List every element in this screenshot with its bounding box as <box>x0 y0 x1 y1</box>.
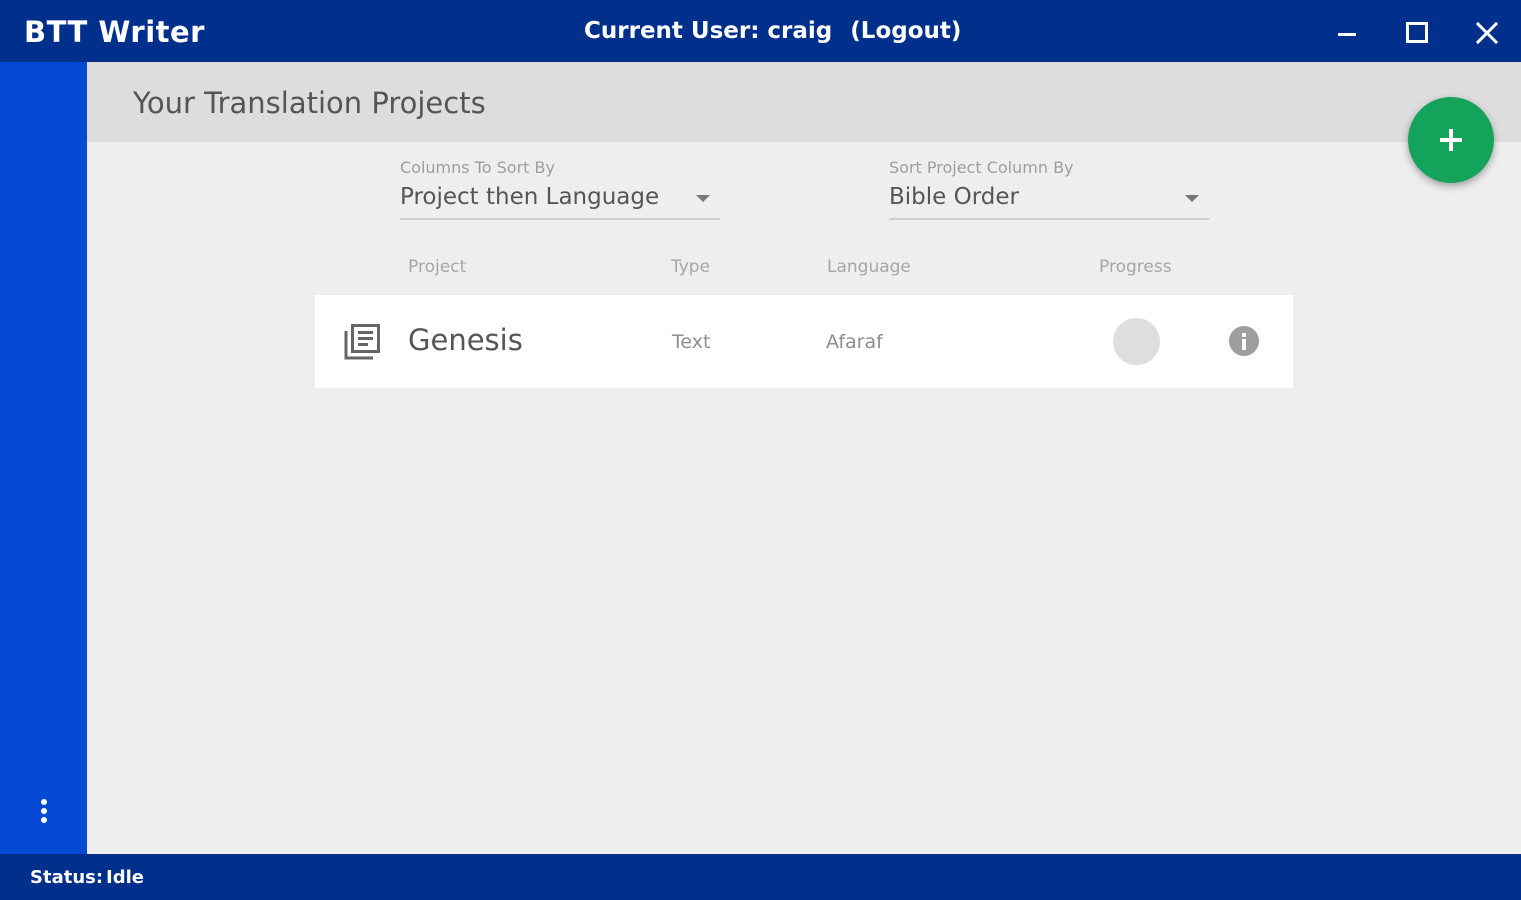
minimize-icon <box>1338 33 1356 36</box>
columns-sort-select[interactable]: Project then Language <box>400 182 720 220</box>
book-stack-icon <box>344 324 380 360</box>
order-sort-value: Bible Order <box>889 184 1019 210</box>
info-icon <box>1229 326 1259 356</box>
row-language: Afaraf <box>826 331 883 353</box>
title-bar: BTT Writer Current User: craig (Logout) <box>0 0 1521 62</box>
row-progress-indicator <box>1113 318 1160 365</box>
user-area: Current User: craig (Logout) <box>584 18 961 44</box>
row-type: Text <box>672 331 711 353</box>
more-vertical-icon <box>41 799 47 823</box>
order-sort-label: Sort Project Column By <box>889 158 1074 177</box>
order-sort-select[interactable]: Bible Order <box>889 182 1209 220</box>
minimize-button[interactable] <box>1327 12 1367 52</box>
plus-icon <box>1440 129 1462 151</box>
columns-sort-group: Columns To Sort By Project then Language <box>400 158 720 220</box>
close-icon <box>1475 21 1499 45</box>
columns-sort-value: Project then Language <box>400 184 660 210</box>
current-user-label: Current User: craig <box>584 18 833 44</box>
add-project-button[interactable] <box>1408 97 1494 183</box>
status-label: Status: <box>30 867 104 888</box>
column-header-language[interactable]: Language <box>827 257 911 277</box>
row-project-name: Genesis <box>408 323 523 357</box>
app-title: BTT Writer <box>24 15 205 49</box>
sidebar-menu-button[interactable] <box>30 797 58 829</box>
column-header-progress[interactable]: Progress <box>1099 257 1172 277</box>
page-title: Your Translation Projects <box>133 86 486 120</box>
columns-sort-label: Columns To Sort By <box>400 158 555 177</box>
column-header-project[interactable]: Project <box>408 257 466 277</box>
close-button[interactable] <box>1467 12 1507 52</box>
row-info-button[interactable] <box>1228 325 1260 357</box>
chevron-down-icon <box>696 195 710 202</box>
table-row[interactable]: Genesis Text Afaraf <box>315 295 1293 388</box>
main-content: Your Translation Projects Columns To Sor… <box>87 62 1521 854</box>
maximize-button[interactable] <box>1397 12 1437 52</box>
column-header-type[interactable]: Type <box>671 257 710 277</box>
chevron-down-icon <box>1185 195 1199 202</box>
sidebar <box>0 62 87 854</box>
status-value: Idle <box>106 867 144 888</box>
logout-link[interactable]: (Logout) <box>850 18 961 44</box>
order-sort-group: Sort Project Column By Bible Order <box>889 158 1209 220</box>
status-bar: Status: Idle <box>0 854 1521 900</box>
maximize-icon <box>1406 22 1428 43</box>
page-header: Your Translation Projects <box>87 62 1521 142</box>
